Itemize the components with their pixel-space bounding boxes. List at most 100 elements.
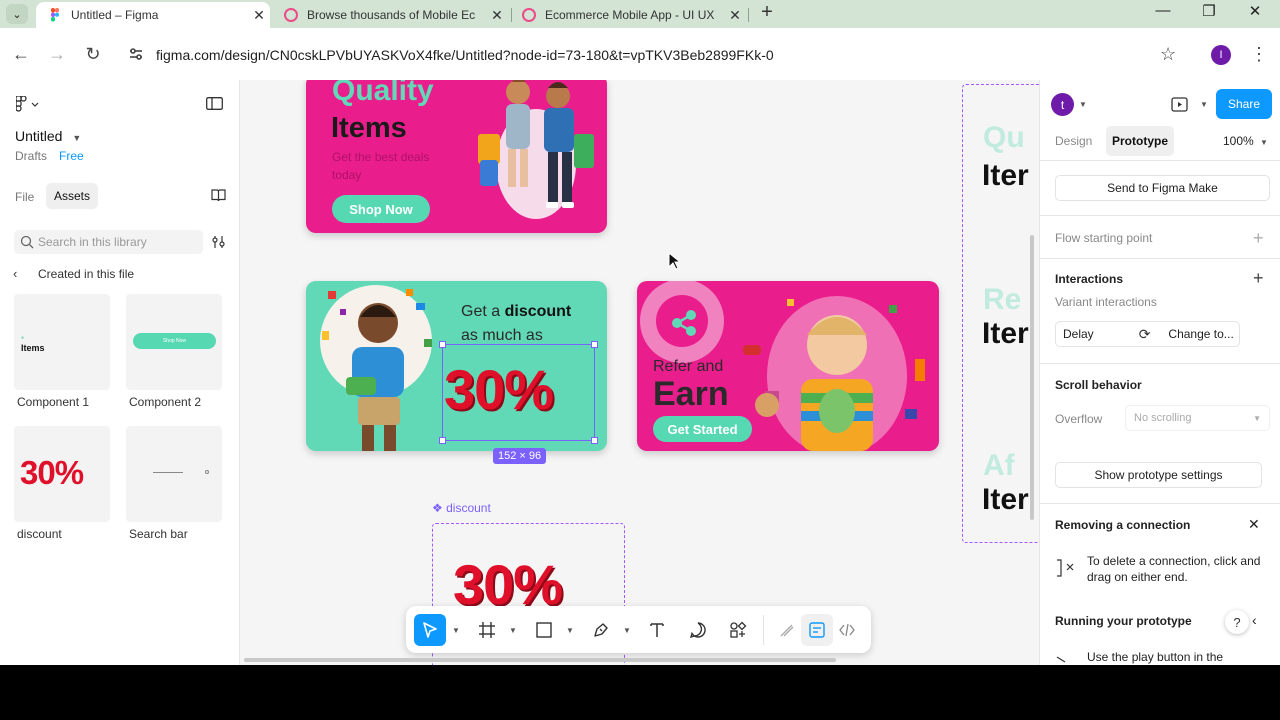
library-book-icon[interactable] bbox=[211, 189, 226, 202]
tab-title: Browse thousands of Mobile Ec bbox=[307, 8, 476, 22]
component-diamond-icon: ❖ bbox=[432, 501, 443, 515]
chevron-down-icon[interactable]: ▼ bbox=[1079, 100, 1087, 109]
main-menu-icon[interactable] bbox=[16, 96, 40, 112]
site-settings-icon[interactable] bbox=[128, 46, 144, 62]
asset-discount[interactable]: 30% bbox=[14, 426, 110, 522]
forward-arrow-icon[interactable]: → bbox=[45, 42, 69, 66]
removing-connection-heading: Removing a connection bbox=[1055, 518, 1191, 532]
banner-refer-earn[interactable]: Refer and Earn Get Started bbox=[637, 281, 939, 451]
toggle-sidebar-icon[interactable] bbox=[206, 97, 223, 110]
vertical-scrollbar[interactable] bbox=[1030, 235, 1034, 520]
frame-row-light: Qu bbox=[983, 121, 1025, 154]
present-play-icon[interactable] bbox=[1171, 96, 1188, 113]
reload-icon[interactable]: ↻ bbox=[81, 42, 105, 66]
drafts-label[interactable]: Drafts bbox=[15, 149, 47, 163]
chevron-down-icon[interactable]: ▼ bbox=[452, 626, 460, 635]
tab-prototype[interactable]: Prototype bbox=[1106, 126, 1175, 156]
resize-handle[interactable] bbox=[439, 341, 446, 348]
component-set-frame[interactable]: Qu Iter Re Iter Af Iter bbox=[962, 84, 1039, 543]
back-arrow-icon[interactable]: ← bbox=[9, 42, 33, 66]
screen-letterbox bbox=[0, 665, 1280, 720]
draw-mode-button[interactable] bbox=[771, 614, 803, 646]
help-icon[interactable]: ? bbox=[1225, 610, 1249, 634]
actions-tool-button[interactable] bbox=[722, 614, 754, 646]
pen-icon bbox=[594, 623, 608, 637]
comment-tool-button[interactable] bbox=[682, 614, 714, 646]
close-tab-icon[interactable]: ✕ bbox=[724, 7, 746, 24]
divider bbox=[1040, 258, 1280, 259]
add-interaction-plus-icon[interactable]: + bbox=[1253, 269, 1264, 287]
asset-component-2[interactable]: Shop Now bbox=[126, 294, 222, 390]
close-window-icon[interactable]: ✕ bbox=[1240, 2, 1270, 24]
show-prototype-settings-button[interactable]: Show prototype settings bbox=[1055, 462, 1262, 488]
tab-design[interactable]: Design bbox=[1055, 134, 1092, 148]
back-chevron-icon[interactable]: ‹ bbox=[13, 266, 17, 281]
dev-mode-button[interactable] bbox=[831, 614, 863, 646]
horizontal-scrollbar[interactable] bbox=[244, 658, 836, 662]
divider bbox=[1040, 503, 1280, 504]
chevron-down-icon[interactable]: ▼ bbox=[623, 626, 631, 635]
minimize-icon[interactable]: — bbox=[1148, 2, 1178, 24]
share-button[interactable]: Share bbox=[1216, 89, 1272, 119]
chevron-down-icon[interactable]: ▼ bbox=[566, 626, 574, 635]
send-to-figma-make-button[interactable]: Send to Figma Make bbox=[1055, 175, 1270, 201]
close-icon[interactable]: ✕ bbox=[1248, 516, 1260, 533]
overflow-select[interactable]: No scrolling ▼ bbox=[1125, 405, 1270, 431]
bookmark-star-icon[interactable]: ☆ bbox=[1160, 44, 1176, 65]
running-prototype-heading: Running your prototype bbox=[1055, 614, 1192, 628]
shop-now-button[interactable]: Shop Now bbox=[332, 195, 430, 223]
resize-handle[interactable] bbox=[591, 437, 598, 444]
frame-row-bold: Iter bbox=[982, 317, 1029, 350]
get-started-button[interactable]: Get Started bbox=[653, 416, 752, 442]
plan-badge[interactable]: Free bbox=[59, 149, 84, 163]
banner-title-bold: Items bbox=[331, 112, 407, 144]
scroll-behavior-heading: Scroll behavior bbox=[1055, 378, 1142, 392]
asset-search-bar[interactable] bbox=[126, 426, 222, 522]
swap-icon: ⟳ bbox=[1138, 325, 1151, 342]
profile-avatar[interactable]: I bbox=[1211, 45, 1231, 65]
close-tab-icon[interactable]: ✕ bbox=[486, 7, 508, 24]
tab-file[interactable]: File bbox=[15, 190, 34, 204]
collapse-chevron-icon[interactable]: ‹ bbox=[1252, 612, 1257, 628]
frame-row-bold: Iter bbox=[982, 483, 1029, 516]
restore-icon[interactable]: ❐ bbox=[1194, 2, 1224, 24]
frame-row-light: Af bbox=[983, 449, 1015, 482]
left-panel: Untitled ▼ Drafts Free File Assets Searc… bbox=[0, 80, 240, 665]
canvas[interactable]: Quality Items Get the best deals today S… bbox=[240, 80, 1039, 665]
banner-quality-items[interactable]: Quality Items Get the best deals today S… bbox=[306, 80, 607, 233]
resize-handle[interactable] bbox=[591, 341, 598, 348]
text-tool-button[interactable] bbox=[641, 614, 673, 646]
dev-design-mode-button[interactable] bbox=[801, 614, 833, 646]
library-search-input[interactable]: Search in this library bbox=[14, 230, 203, 254]
close-tab-icon[interactable]: ✕ bbox=[248, 7, 270, 24]
tab-figma[interactable]: Untitled – Figma ✕ bbox=[36, 2, 270, 28]
url-text[interactable]: figma.com/design/CN0cskLPVbUYASKVoX4fke/… bbox=[156, 47, 774, 63]
file-title[interactable]: Untitled ▼ bbox=[15, 128, 81, 144]
zoom-level[interactable]: 100% ▼ bbox=[1223, 134, 1268, 148]
chevron-down-icon: ▼ bbox=[1260, 138, 1268, 147]
filter-sliders-icon[interactable] bbox=[211, 235, 226, 249]
overflow-label: Overflow bbox=[1055, 412, 1103, 426]
user-avatar[interactable]: t bbox=[1051, 93, 1074, 116]
selection-frame[interactable] bbox=[439, 341, 598, 444]
tab-ecommerce[interactable]: Ecommerce Mobile App - UI UX ✕ bbox=[510, 2, 746, 28]
move-tool-button[interactable] bbox=[414, 614, 446, 646]
interaction-row[interactable]: Delay ⟳ Change to... bbox=[1055, 321, 1240, 347]
frame-tool-button[interactable] bbox=[471, 614, 503, 646]
rectangle-tool-button[interactable] bbox=[528, 614, 560, 646]
omnibox[interactable]: figma.com/design/CN0cskLPVbUYASKVoX4fke/… bbox=[120, 37, 1190, 71]
add-flow-plus-icon[interactable]: + bbox=[1253, 229, 1264, 247]
interactions-heading: Interactions bbox=[1055, 272, 1124, 286]
asset-component-1[interactable]: Items ● bbox=[14, 294, 110, 390]
tab-assets[interactable]: Assets bbox=[46, 183, 99, 209]
resize-handle[interactable] bbox=[439, 437, 446, 444]
browser-menu-icon[interactable]: ⋮ bbox=[1250, 44, 1268, 65]
tab-search-button[interactable]: ⌄ bbox=[6, 4, 28, 24]
component-name-label[interactable]: ❖ discount bbox=[432, 501, 491, 515]
chevron-down-icon[interactable]: ▼ bbox=[509, 626, 517, 635]
pen-tool-button[interactable] bbox=[585, 614, 617, 646]
chevron-down-icon[interactable]: ▼ bbox=[1200, 100, 1208, 109]
design-mode-icon bbox=[809, 622, 825, 638]
new-tab-button[interactable]: + bbox=[757, 2, 777, 23]
tab-browse[interactable]: Browse thousands of Mobile Ec ✕ bbox=[272, 2, 508, 28]
